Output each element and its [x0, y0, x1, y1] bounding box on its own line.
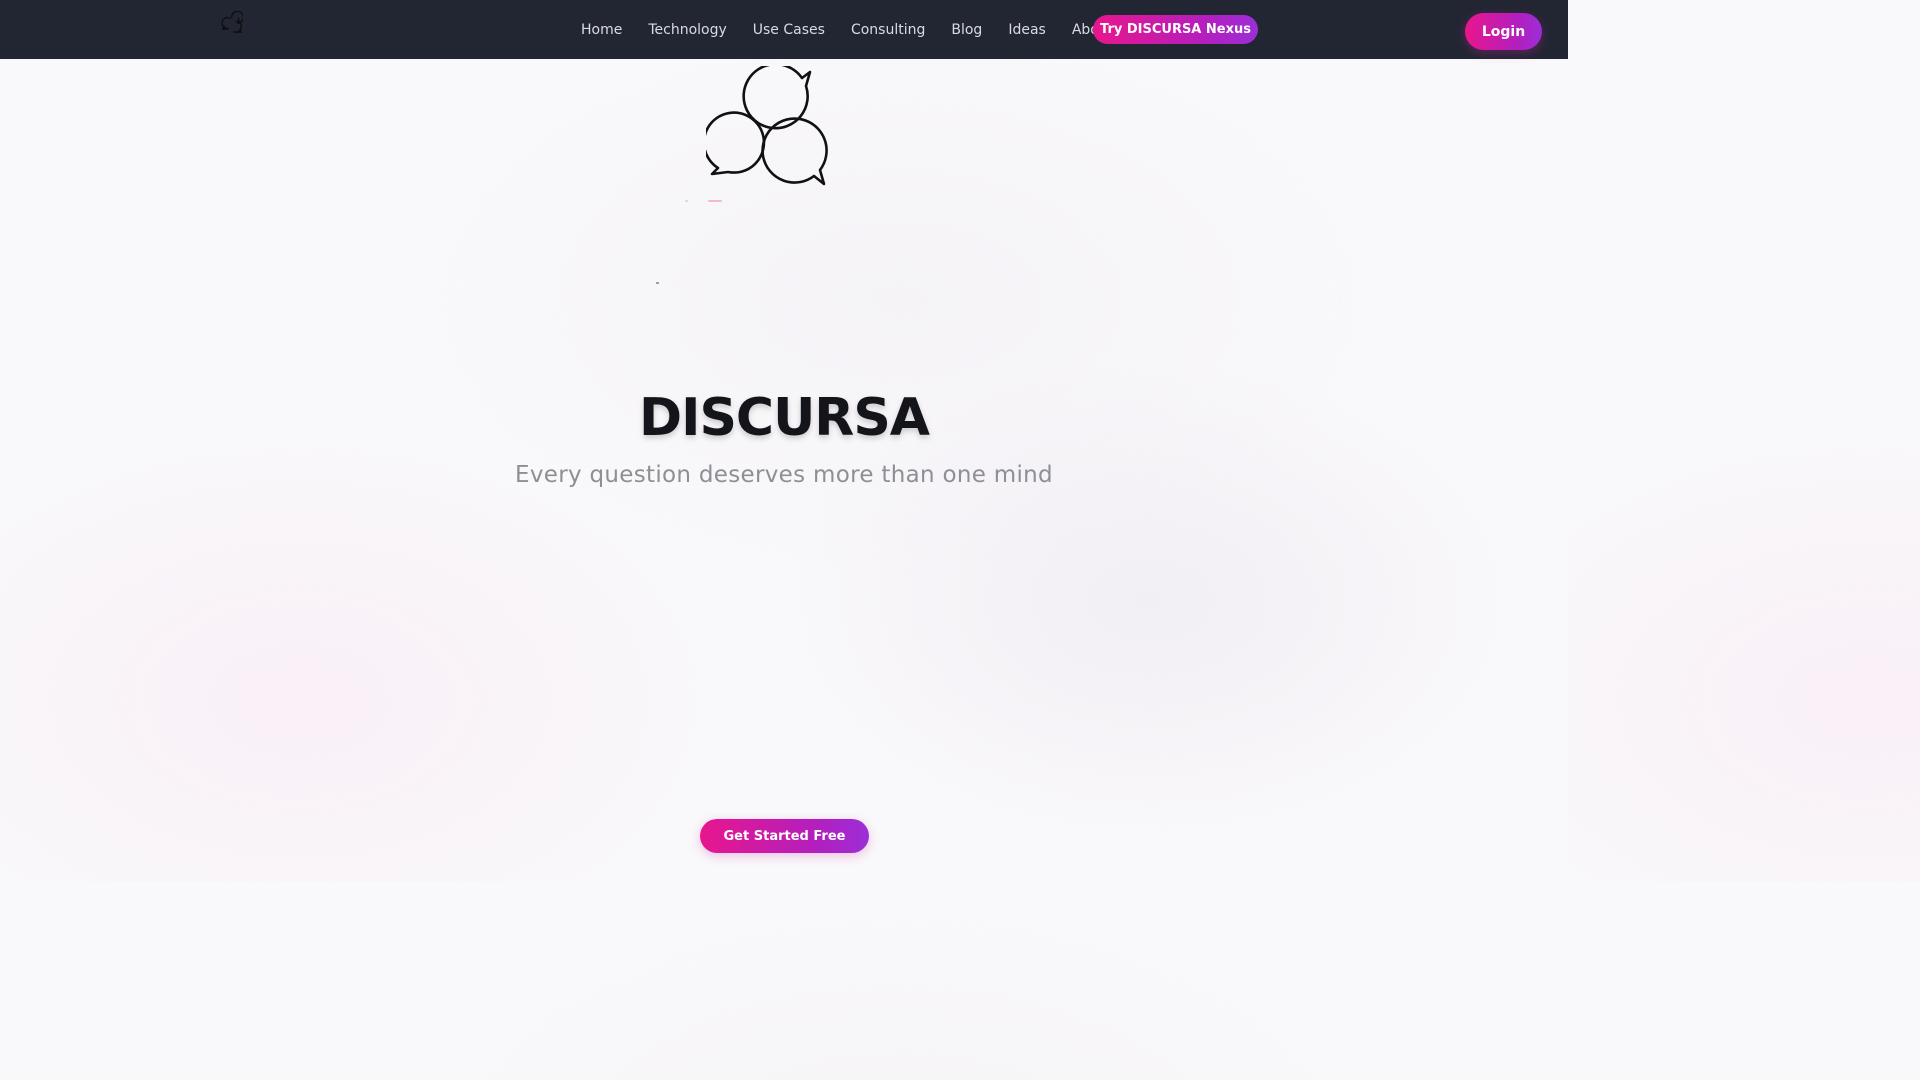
- decorative-dot: [656, 282, 659, 284]
- nav-link-blog[interactable]: Blog: [938, 22, 995, 38]
- nav-link-technology[interactable]: Technology: [635, 22, 739, 38]
- top-navbar: Home Technology Use Cases Consulting Blo…: [0, 0, 1568, 59]
- get-started-button[interactable]: Get Started Free: [700, 819, 869, 853]
- hero-title: DISCURSA: [638, 388, 930, 448]
- decorative-dot: [685, 200, 688, 202]
- hero-subtitle: Every question deserves more than one mi…: [515, 462, 1053, 488]
- nav-logo-icon[interactable]: [221, 10, 244, 33]
- nav-link-consulting[interactable]: Consulting: [838, 22, 938, 38]
- decorative-dash: [708, 200, 722, 202]
- nav-link-home[interactable]: Home: [568, 22, 635, 38]
- login-button[interactable]: Login: [1465, 13, 1542, 50]
- nav-link-use-cases[interactable]: Use Cases: [740, 22, 838, 38]
- hero-logo-icon: [702, 62, 832, 190]
- nav-link-ideas[interactable]: Ideas: [995, 22, 1059, 38]
- try-nexus-button[interactable]: Try DISCURSA Nexus: [1093, 15, 1258, 44]
- nav-links: Home Technology Use Cases Consulting Blo…: [568, 0, 1126, 59]
